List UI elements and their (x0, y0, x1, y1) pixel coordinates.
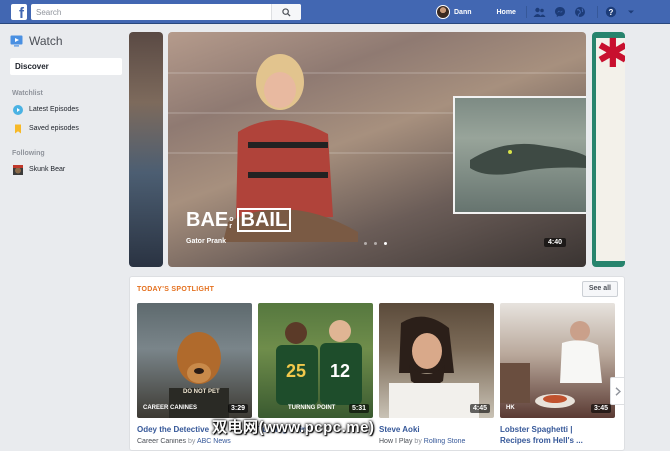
thumb-label: TURNING POINT (288, 405, 336, 411)
search-button[interactable] (271, 4, 301, 20)
football-players-icon: 25 12 (276, 320, 362, 405)
video-card[interactable]: HK 3:45 Lobster Spaghetti | Recipes from… (500, 303, 615, 446)
carousel-prev-card[interactable] (129, 32, 163, 267)
show-name[interactable]: Career Canines (137, 438, 186, 445)
carousel-dot[interactable] (374, 242, 377, 245)
sidebar-item-label: Latest Episodes (29, 106, 79, 113)
show-logo-left: BAE (186, 209, 229, 231)
video-thumbnail[interactable]: 4:45 (379, 303, 494, 418)
video-duration: 3:45 (590, 404, 611, 413)
svg-text:12: 12 (330, 361, 350, 381)
top-bar: f Dann Home ? (0, 0, 670, 24)
sidebar-item-label: Saved episodes (29, 125, 79, 132)
watch-header[interactable]: Watch (10, 30, 122, 52)
watch-title: Watch (29, 34, 63, 48)
video-title[interactable]: Steve Aoki (379, 424, 494, 435)
left-sidebar: Watch Discover Watchlist Latest Episodes… (10, 30, 122, 179)
video-duration: 5:31 (348, 404, 369, 413)
carousel-dot[interactable] (364, 242, 367, 245)
hero-caption[interactable]: Gator Prank (186, 238, 226, 245)
show-name[interactable]: How I Play (379, 438, 412, 445)
video-duration: 3:29 (227, 404, 248, 413)
sidebar-item-label: Skunk Bear (29, 166, 66, 173)
messenger-icon[interactable] (553, 5, 567, 19)
search-input[interactable] (31, 4, 271, 20)
caret-icon[interactable] (624, 5, 638, 19)
nav-divider (525, 6, 527, 18)
watch-tv-icon (10, 35, 23, 47)
spotlight-title: TODAY'S SPOTLIGHT (137, 286, 215, 293)
facebook-logo-icon[interactable]: f (11, 4, 27, 20)
nav-right: Dann Home ? (436, 4, 638, 20)
featured-video[interactable]: BAE o r BAIL Gator Prank 4:40 (168, 32, 586, 267)
thumb-label: HK (506, 405, 515, 411)
sidebar-item-saved-episodes[interactable]: Saved episodes (13, 119, 122, 138)
page-avatar (13, 164, 23, 175)
hero-inset-alligator (453, 96, 586, 214)
bookmark-icon (15, 124, 21, 133)
chef-icon (500, 321, 602, 408)
svg-text:?: ? (609, 8, 614, 17)
show-logo-right: BAIL (236, 208, 292, 232)
video-thumbnail[interactable]: HK 3:45 (500, 303, 615, 418)
video-duration: 4:45 (469, 404, 490, 413)
following-header: Following (12, 150, 45, 157)
source-link[interactable]: Rolling Stone (424, 438, 466, 445)
video-meta: How I Play by Rolling Stone (379, 438, 494, 445)
avatar[interactable] (436, 5, 450, 19)
watermark: 双电网(www.pcpc.me) (212, 419, 375, 436)
video-title-line-2[interactable]: Recipes from Hell's ... (500, 435, 615, 446)
video-title[interactable]: Lobster Spaghetti | (500, 424, 615, 435)
show-logo-or-r: r (229, 223, 232, 230)
spotlight-next-button[interactable] (610, 377, 625, 405)
watchlist-header: Watchlist (12, 90, 43, 97)
search-icon (282, 7, 291, 17)
thumb-badge: DO NOT PET (183, 389, 220, 395)
by-text: by (414, 438, 422, 445)
thumb-label: CAREER CANINES (143, 405, 198, 411)
friends-icon[interactable] (533, 5, 547, 19)
source-link[interactable]: ABC News (197, 438, 231, 445)
by-text: by (187, 438, 196, 445)
see-all-button[interactable]: See all (581, 281, 618, 297)
carousel-dots (364, 242, 394, 245)
globe-icon[interactable] (573, 5, 587, 19)
sidebar-item-discover[interactable]: Discover (10, 58, 122, 75)
show-logo: BAE o r BAIL (186, 208, 292, 232)
nav-divider (596, 6, 598, 18)
sidebar-item-skunk-bear[interactable]: Skunk Bear (13, 160, 122, 179)
search-box (31, 4, 301, 20)
home-link[interactable]: Home (497, 9, 516, 16)
video-thumbnail[interactable]: 25 12 TURNING POINT 5:31 (258, 303, 373, 418)
profile-link[interactable]: Dann (454, 9, 472, 16)
svg-text:25: 25 (286, 361, 306, 381)
carousel-dot-active[interactable] (384, 242, 387, 245)
show-logo-or: o r (229, 216, 233, 230)
video-meta: Career Canines by ABC News (137, 438, 252, 445)
todays-spotlight: TODAY'S SPOTLIGHT See all CAREER CANINES… (129, 276, 625, 451)
musician-icon (389, 316, 479, 418)
video-thumbnail[interactable]: CAREER CANINES DO NOT PET 3:29 (137, 303, 252, 418)
sidebar-item-latest-episodes[interactable]: Latest Episodes (13, 100, 122, 119)
hero-duration: 4:40 (543, 238, 566, 247)
video-card[interactable]: 4:45 Steve Aoki How I Play by Rolling St… (379, 303, 494, 446)
alligator-icon (470, 143, 586, 175)
play-circle-icon (13, 104, 23, 115)
show-logo-or-o: o (229, 216, 234, 223)
help-icon[interactable]: ? (604, 5, 618, 19)
carousel-next-card[interactable]: ✱ (592, 32, 625, 267)
dog-icon (169, 332, 229, 418)
chevron-right-icon (615, 386, 621, 396)
spotlight-cards: CAREER CANINES DO NOT PET 3:29 Odey the … (137, 303, 621, 446)
asterisk-logo-icon: ✱ (596, 32, 625, 77)
